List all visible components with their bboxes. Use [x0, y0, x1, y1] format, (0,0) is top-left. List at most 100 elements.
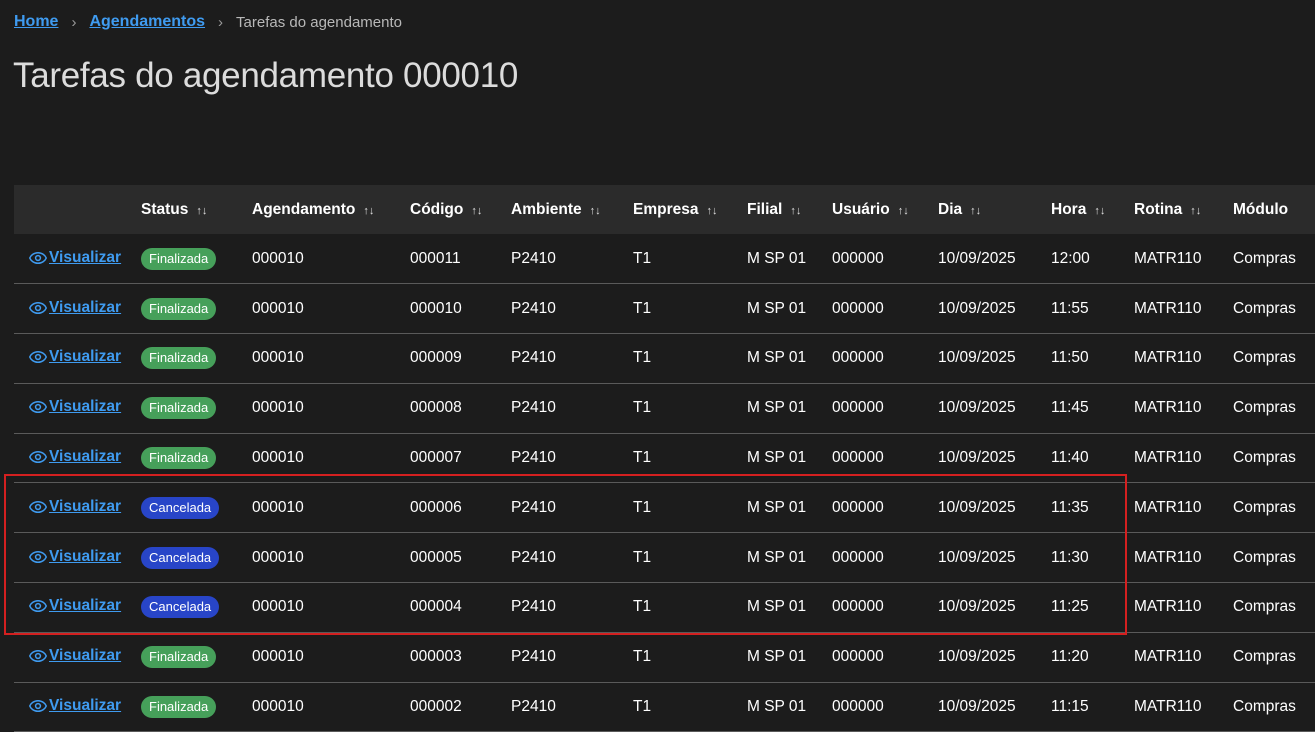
cell-agendamento: 000010 [252, 249, 304, 267]
column-header-ambiente[interactable]: Ambiente ↑↓ [511, 185, 633, 234]
sort-arrows-icon[interactable]: ↑↓ [196, 205, 207, 217]
cell-rotina: MATR110 [1134, 249, 1202, 267]
cell-codigo: 000009 [410, 349, 462, 367]
sort-arrows-icon[interactable]: ↑↓ [706, 205, 717, 217]
column-header-agendamento[interactable]: Agendamento ↑↓ [252, 185, 410, 234]
sort-arrows-icon[interactable]: ↑↓ [970, 205, 981, 217]
cell-status: Finalizada [141, 284, 252, 334]
column-header-label: Agendamento [252, 200, 356, 218]
visualizar-link[interactable]: Visualizar [29, 647, 121, 665]
column-header-label: Rotina [1134, 200, 1183, 218]
cell-dia: 10/09/2025 [938, 648, 1016, 666]
table-row: Visualizar Finalizada 000010 000002 P2410 T1 M… [14, 682, 1315, 732]
cell-ambiente: P2410 [511, 449, 556, 467]
column-header-label: Código [410, 200, 464, 218]
table-row: Visualizar Cancelada 000010 000005 P2410 T1 M … [14, 533, 1315, 583]
visualizar-link[interactable]: Visualizar [29, 299, 121, 317]
cell-rotina: MATR110 [1134, 299, 1202, 317]
breadcrumb-agendamentos-link[interactable]: Agendamentos [89, 13, 205, 31]
breadcrumb-home-link[interactable]: Home [14, 13, 58, 31]
visualizar-label: Visualizar [49, 248, 122, 266]
cell-action: Visualizar [14, 483, 141, 533]
cell-modulo: Compras [1233, 498, 1296, 516]
cell-dia: 10/09/2025 [938, 598, 1016, 616]
cell-ambiente: P2410 [511, 698, 556, 716]
column-header-rotina[interactable]: Rotina ↑↓ [1134, 185, 1233, 234]
column-header-usuario[interactable]: Usuário ↑↓ [832, 185, 938, 234]
cell-hora: 12:00 [1051, 249, 1090, 267]
cell-rotina: MATR110 [1134, 399, 1202, 417]
cell-modulo: Compras [1233, 349, 1296, 367]
cell-status: Cancelada [141, 483, 252, 533]
visualizar-label: Visualizar [49, 697, 122, 715]
cell-ambiente: P2410 [511, 249, 556, 267]
visualizar-link[interactable]: Visualizar [29, 498, 121, 516]
cell-filial: M SP 01 [747, 349, 807, 367]
cell-empresa: T1 [633, 698, 652, 716]
table-row: Visualizar Finalizada 000010 000007 P2410 T1 M… [14, 433, 1315, 483]
status-badge: Cancelada [141, 496, 220, 519]
visualizar-link[interactable]: Visualizar [29, 597, 121, 615]
sort-arrows-icon[interactable]: ↑↓ [898, 205, 909, 217]
cell-filial: M SP 01 [747, 548, 807, 566]
cell-codigo: 000011 [410, 249, 461, 267]
cell-rotina: MATR110 [1134, 648, 1202, 666]
column-header-dia[interactable]: Dia ↑↓ [938, 185, 1051, 234]
column-header-label: Módulo [1233, 200, 1289, 218]
cell-status: Finalizada [141, 682, 252, 732]
cell-usuario: 000000 [832, 449, 884, 467]
visualizar-link[interactable]: Visualizar [29, 548, 121, 566]
cell-codigo: 000006 [410, 498, 462, 516]
cell-hora: 11:50 [1051, 349, 1089, 367]
cell-ambiente: P2410 [511, 648, 556, 666]
table-header-row: Status ↑↓ Agendamento ↑↓ Código ↑↓ Ambiente ↑↓ E… [14, 185, 1315, 234]
sort-arrows-icon[interactable]: ↑↓ [1094, 205, 1105, 217]
cell-agendamento: 000010 [252, 399, 304, 417]
tasks-table: Status ↑↓ Agendamento ↑↓ Código ↑↓ Ambiente ↑↓ E… [14, 185, 1315, 732]
cell-hora: 11:40 [1051, 449, 1089, 467]
column-header-label: Hora [1051, 200, 1087, 218]
cell-filial: M SP 01 [747, 449, 807, 467]
visualizar-link[interactable]: Visualizar [29, 448, 121, 466]
cell-agendamento: 000010 [252, 498, 304, 516]
column-header-status[interactable]: Status ↑↓ [141, 185, 252, 234]
visualizar-link[interactable]: Visualizar [29, 348, 121, 366]
cell-usuario: 000000 [832, 399, 884, 417]
column-header-hora[interactable]: Hora ↑↓ [1051, 185, 1134, 234]
cell-rotina: MATR110 [1134, 349, 1202, 367]
cell-dia: 10/09/2025 [938, 249, 1016, 267]
visualizar-link[interactable]: Visualizar [29, 398, 121, 416]
sort-arrows-icon[interactable]: ↑↓ [363, 205, 374, 217]
status-badge: Cancelada [141, 546, 220, 569]
cell-action: Visualizar [14, 583, 141, 633]
column-header-action [14, 185, 141, 234]
cell-empresa: T1 [633, 648, 652, 666]
visualizar-link[interactable]: Visualizar [29, 249, 121, 267]
cell-status: Finalizada [141, 433, 252, 483]
status-badge: Finalizada [141, 646, 217, 669]
visualizar-link[interactable]: Visualizar [29, 697, 121, 715]
visualizar-label: Visualizar [49, 398, 122, 416]
table-row: Visualizar Cancelada 000010 000006 P2410 T1 M … [14, 483, 1315, 533]
cell-action: Visualizar [14, 533, 141, 583]
column-header-codigo[interactable]: Código ↑↓ [410, 185, 511, 234]
sort-arrows-icon[interactable]: ↑↓ [590, 205, 601, 217]
cell-empresa: T1 [633, 299, 652, 317]
cell-codigo: 000003 [410, 648, 462, 666]
cell-usuario: 000000 [832, 698, 884, 716]
cell-agendamento: 000010 [252, 449, 304, 467]
cell-agendamento: 000010 [252, 648, 304, 666]
sort-arrows-icon[interactable]: ↑↓ [471, 205, 482, 217]
status-badge: Finalizada [141, 247, 217, 270]
eye-icon [29, 600, 47, 613]
column-header-empresa[interactable]: Empresa ↑↓ [633, 185, 747, 234]
column-header-filial[interactable]: Filial ↑↓ [747, 185, 832, 234]
cell-empresa: T1 [633, 498, 652, 516]
breadcrumb: Home › Agendamentos › Tarefas do agendam… [14, 13, 402, 31]
cell-status: Finalizada [141, 632, 252, 682]
sort-arrows-icon[interactable]: ↑↓ [790, 205, 801, 217]
cell-empresa: T1 [633, 349, 652, 367]
cell-agendamento: 000010 [252, 548, 304, 566]
sort-arrows-icon[interactable]: ↑↓ [1190, 205, 1201, 217]
cell-action: Visualizar [14, 383, 141, 433]
